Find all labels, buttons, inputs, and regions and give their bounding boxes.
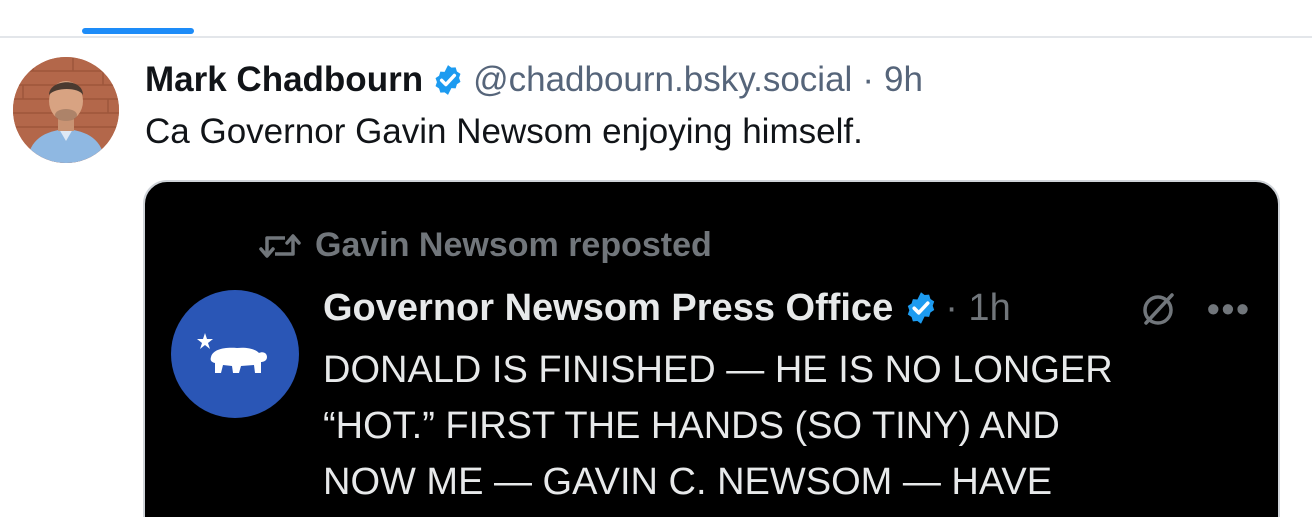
x-verified-icon: [903, 290, 939, 326]
embedded-image[interactable]: Gavin Newsom reposted Governor Newsom Pr…: [143, 180, 1280, 517]
ca-bear-avatar: [171, 290, 299, 418]
avatar[interactable]: [13, 57, 119, 163]
verified-check-icon: [431, 63, 465, 97]
grok-icon: [1138, 290, 1178, 330]
active-tab-indicator: [82, 28, 194, 34]
separator-dot: ·: [862, 60, 874, 99]
post-timestamp[interactable]: 9h: [884, 60, 923, 100]
author-handle[interactable]: @chadbourn.bsky.social: [473, 60, 852, 100]
repost-label: Gavin Newsom reposted: [315, 226, 712, 264]
x-timestamp: · 1h: [945, 286, 1011, 329]
header-divider: [0, 36, 1312, 38]
x-author-name: Governor Newsom Press Office: [323, 286, 894, 329]
author-name[interactable]: Mark Chadbourn: [145, 60, 423, 100]
more-icon: •••: [1207, 288, 1251, 329]
post-text: Ca Governor Gavin Newsom enjoying himsel…: [145, 112, 863, 151]
repost-line: Gavin Newsom reposted: [259, 226, 712, 265]
x-post-text: DONALD IS FINISHED — HE IS NO LONGER “HO…: [323, 349, 1113, 503]
california-bear-icon: [197, 333, 267, 373]
x-post-header: Governor Newsom Press Office · 1h •••: [323, 282, 1253, 334]
post-screenshot: Mark Chadbourn @chadbourn.bsky.social · …: [0, 0, 1312, 517]
repost-icon: [259, 229, 301, 263]
post-header: Mark Chadbourn @chadbourn.bsky.social · …: [145, 56, 923, 104]
